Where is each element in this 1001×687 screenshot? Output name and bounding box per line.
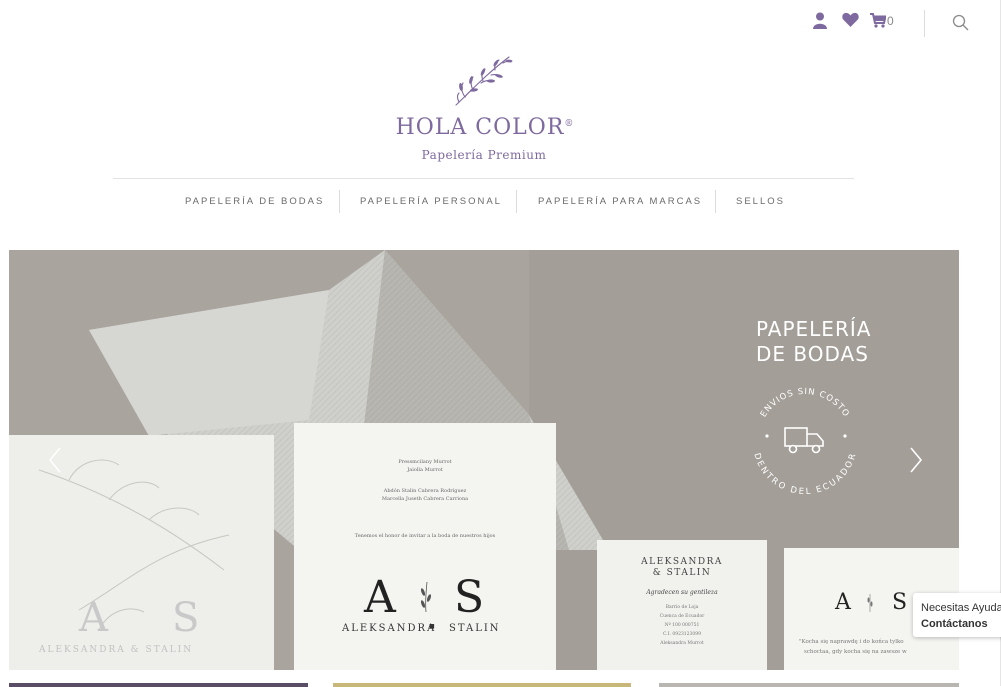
main-card-amp: ■: [429, 623, 437, 630]
free-shipping-badge-text: ENVIOS SIN COSTO DENTRO DEL ECUADOR: [751, 387, 858, 497]
main-card-invite: Tenemos el honor de invitar a la boda de…: [354, 533, 496, 539]
nav-separator: [339, 190, 340, 213]
thanks-card-detail-3: Nº 100 000751: [664, 623, 700, 628]
olive-branch-logo-icon: [451, 53, 513, 114]
left-card-monogram-s: S: [172, 595, 200, 641]
brand-name: HOLA COLOR: [395, 115, 565, 140]
header-divider: [924, 10, 925, 37]
chat-widget[interactable]: Necesitas Ayuda? Contáctanos: [913, 593, 1001, 637]
left-card-monogram-a: A: [79, 595, 108, 641]
thanks-card-detail-2: Cuenca de Ecuador: [659, 614, 705, 619]
chat-contact-link[interactable]: Contáctanos: [921, 618, 988, 630]
nav-item-papeleria-para-marcas[interactable]: PAPELERÍA PARA MARCAS: [538, 196, 702, 207]
badge-top-text: ENVIOS SIN COSTO: [759, 387, 850, 419]
right-card-quote-2: schoctaa, gdy kocha się na zawsze w: [804, 649, 907, 655]
category-thumbnail-2[interactable]: [333, 683, 631, 687]
badge-bottom-text: DENTRO DEL ECUADOR: [751, 452, 857, 497]
thanks-card-message: Agradecen su gentileza: [646, 589, 718, 596]
slider-next-chevron-right-icon[interactable]: [904, 445, 928, 475]
brand-tagline: Papelería Premium: [421, 148, 547, 162]
main-card-line-4: Marcella Juseth Cabrera Carriona: [381, 496, 469, 502]
nav-item-sellos[interactable]: SELLOS: [736, 196, 785, 207]
user-icon[interactable]: [813, 12, 827, 34]
main-card-line-2: Jaiolla Murrot: [407, 467, 443, 473]
heart-icon[interactable]: [842, 12, 859, 32]
cart-icon[interactable]: [870, 12, 887, 33]
slider-prev-chevron-left-icon[interactable]: [43, 445, 67, 475]
left-card-names: ALEKSANDRA & STALIN: [39, 645, 194, 655]
thanks-card-detail-5: Aleksandra Murrot: [660, 641, 704, 646]
header-utility-bar: 0: [741, 10, 1001, 37]
main-card-monogram-a: A: [364, 572, 398, 623]
thanks-card-name-2: & STALIN: [652, 568, 712, 578]
search-icon[interactable]: [952, 14, 969, 36]
category-thumbnail-1[interactable]: [9, 683, 308, 687]
main-card-line-3: Abdón Stalin Cabrera Rodríguez: [383, 488, 467, 494]
hero-title: PAPELERÍA DE BODAS: [756, 317, 871, 367]
main-nav: PAPELERÍA DE BODAS PAPELERÍA PERSONAL PA…: [0, 190, 970, 214]
thanks-card-detail-4: C.I. 0923123099: [663, 632, 701, 637]
hero-title-line-2: DE BODAS: [756, 342, 869, 366]
nav-separator: [715, 190, 716, 213]
brand-logo[interactable]: HOLA COLOR®: [0, 115, 970, 140]
nav-divider: [113, 178, 854, 179]
registered-mark: ®: [564, 119, 575, 129]
right-card-monogram-s: S: [892, 590, 908, 615]
right-card-monogram-a: A: [835, 590, 851, 615]
main-card-name-a: ALEKSANDRA: [342, 623, 437, 634]
main-card-monogram-s: S: [454, 572, 487, 623]
nav-item-papeleria-de-bodas[interactable]: PAPELERÍA DE BODAS: [185, 196, 324, 207]
category-thumbnail-3[interactable]: [659, 683, 959, 687]
thanks-card-detail-1: Barrio de Loja: [665, 605, 699, 610]
svg-text:DENTRO DEL ECUADOR: DENTRO DEL ECUADOR: [751, 452, 858, 497]
cart-count: 0: [887, 14, 894, 28]
svg-text:ENVIOS SIN COSTO: ENVIOS SIN COSTO: [759, 387, 851, 419]
right-card-quote-1: "Kocha się naprawdę i do końca tylko: [799, 639, 904, 645]
main-card-name-b: STALIN: [449, 623, 501, 634]
chat-prompt: Necesitas Ayuda?: [921, 602, 1001, 614]
nav-item-papeleria-personal[interactable]: PAPELERÍA PERSONAL: [360, 196, 502, 207]
hero-slider: ENVIOS SIN COSTO DENTRO DEL ECUADOR PAPE…: [9, 250, 959, 670]
main-card-line-1: Pressmcilany Murrot: [398, 459, 452, 465]
nav-separator: [516, 190, 517, 213]
hero-title-line-1: PAPELERÍA: [756, 317, 872, 341]
thanks-card-name-1: ALEKSANDRA: [641, 557, 723, 567]
